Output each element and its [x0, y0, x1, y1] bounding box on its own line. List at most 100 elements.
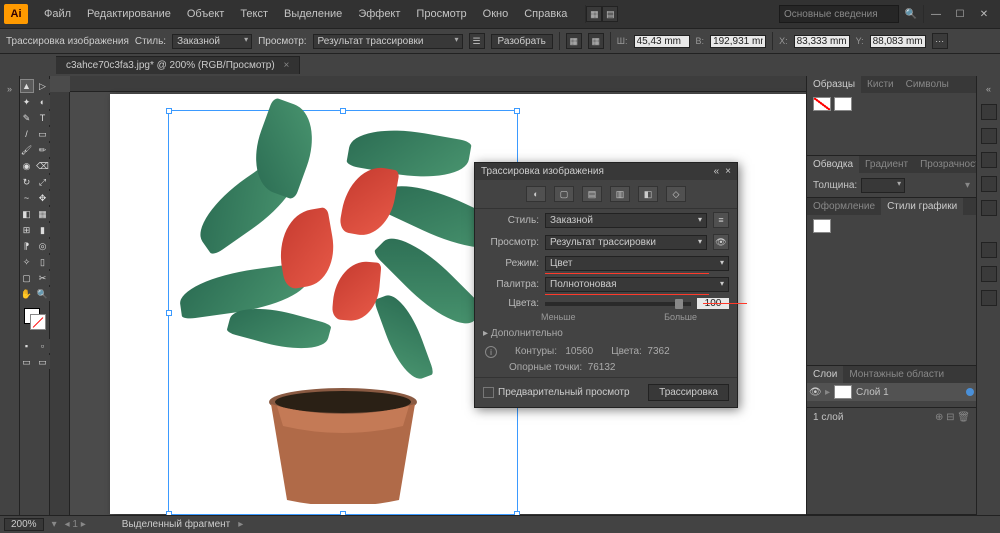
- menu-просмотр[interactable]: Просмотр: [408, 4, 474, 24]
- panel-close-icon[interactable]: ×: [725, 166, 731, 177]
- tool-rect[interactable]: ▭: [36, 127, 50, 141]
- menu-редактирование[interactable]: Редактирование: [79, 4, 179, 24]
- workspace-selector[interactable]: Основные сведения: [779, 5, 899, 23]
- close-icon[interactable]: ✕: [972, 5, 996, 23]
- tab-symbols[interactable]: Символы: [900, 76, 955, 93]
- strip-icon-4[interactable]: [981, 176, 997, 192]
- tab-appearance[interactable]: Оформление: [807, 198, 881, 215]
- tool-blend[interactable]: ◎: [36, 239, 50, 253]
- layer-row[interactable]: 👁 ▸ Слой 1: [807, 383, 976, 401]
- tool-rotate[interactable]: ↻: [20, 175, 34, 189]
- tool-fill[interactable]: ▪: [20, 339, 34, 353]
- tool-symbol[interactable]: ✧: [20, 255, 34, 269]
- menu-текст[interactable]: Текст: [232, 4, 276, 24]
- menu-объект[interactable]: Объект: [179, 4, 232, 24]
- tool-brush[interactable]: 🖌: [20, 143, 34, 157]
- tool-mode[interactable]: ▭: [36, 355, 50, 369]
- preset-bw-icon[interactable]: ◧: [638, 186, 658, 202]
- panel-collapse-icon[interactable]: «: [714, 166, 720, 177]
- document-tab[interactable]: c3ahce70c3fa3.jpg* @ 200% (RGB/Просмотр)…: [56, 56, 300, 74]
- strip-icon-5[interactable]: [981, 200, 997, 216]
- tab-artboards[interactable]: Монтажные области: [843, 366, 950, 383]
- style-select[interactable]: Заказной: [172, 34, 252, 49]
- tab-gradient[interactable]: Градиент: [859, 156, 914, 173]
- grid-icon[interactable]: ▤: [602, 6, 618, 22]
- align-icon-2[interactable]: ▦: [588, 33, 604, 49]
- tool-line[interactable]: /: [20, 127, 34, 141]
- tp-trace-button[interactable]: Трассировка: [648, 384, 729, 401]
- preset-low-icon[interactable]: ▤: [582, 186, 602, 202]
- stroke-width-select[interactable]: [861, 178, 905, 193]
- align-icon-1[interactable]: ▦: [566, 33, 582, 49]
- strip-icon-6[interactable]: [981, 242, 997, 258]
- preset-high-icon[interactable]: ▢: [554, 186, 574, 202]
- expand-right-icon[interactable]: «: [982, 82, 996, 96]
- selection-bounds[interactable]: [168, 110, 518, 515]
- strip-icon-2[interactable]: [981, 128, 997, 144]
- tool-gradient[interactable]: ▮: [36, 223, 50, 237]
- tp-view-select[interactable]: Результат трассировки: [545, 235, 707, 250]
- tool-scale[interactable]: ⤢: [36, 175, 50, 189]
- strip-icon-8[interactable]: [981, 290, 997, 306]
- tool-selection[interactable]: ▲: [20, 79, 34, 93]
- zoom-level[interactable]: 200%: [4, 518, 44, 531]
- tp-mode-select[interactable]: Цвет: [545, 256, 729, 271]
- search-icon[interactable]: 🔍: [899, 5, 923, 23]
- more-opts-icon[interactable]: ⋯: [932, 33, 948, 49]
- tool-wand[interactable]: ✦: [20, 95, 34, 109]
- tool-screen[interactable]: ▭: [20, 355, 34, 369]
- preset-gray-icon[interactable]: ▥: [610, 186, 630, 202]
- tab-layers[interactable]: Слои: [807, 366, 843, 383]
- tp-colors-slider[interactable]: [545, 302, 691, 306]
- tab-stroke[interactable]: Обводка: [807, 156, 859, 173]
- tool-draw[interactable]: ▫: [36, 339, 50, 353]
- swatch-none[interactable]: [813, 97, 831, 111]
- tool-blob[interactable]: ◉: [20, 159, 34, 173]
- tool-hand[interactable]: ✋: [20, 287, 34, 301]
- tool-shape[interactable]: ◧: [20, 207, 34, 221]
- tool-zoom[interactable]: 🔍: [36, 287, 50, 301]
- tool-mesh[interactable]: ⊞: [20, 223, 34, 237]
- color-swatch[interactable]: [24, 308, 46, 330]
- strip-icon-1[interactable]: [981, 104, 997, 120]
- tool-eyedrop[interactable]: ⁋: [20, 239, 34, 253]
- tp-preview-checkbox[interactable]: Предварительный просмотр: [483, 387, 630, 398]
- y-input[interactable]: [870, 35, 926, 48]
- preset-auto-icon[interactable]: ◐: [526, 186, 546, 202]
- tool-pencil[interactable]: ✏: [36, 143, 50, 157]
- minimize-icon[interactable]: —: [924, 5, 948, 23]
- maximize-icon[interactable]: ☐: [948, 5, 972, 23]
- layer-name[interactable]: Слой 1: [856, 387, 889, 398]
- tab-swatches[interactable]: Образцы: [807, 76, 861, 93]
- menu-файл[interactable]: Файл: [36, 4, 79, 24]
- trace-panel-icon[interactable]: ☰: [469, 33, 485, 49]
- tab-brushes[interactable]: Кисти: [861, 76, 900, 93]
- view-select[interactable]: Результат трассировки: [313, 34, 463, 49]
- preset-outline-icon[interactable]: ◇: [666, 186, 686, 202]
- menu-эффект[interactable]: Эффект: [350, 4, 408, 24]
- tool-lasso[interactable]: ◐: [36, 95, 50, 109]
- menu-выделение[interactable]: Выделение: [276, 4, 350, 24]
- strip-icon-3[interactable]: [981, 152, 997, 168]
- x-input[interactable]: [794, 35, 850, 48]
- tool-artboard[interactable]: ▢: [20, 271, 34, 285]
- expand-button[interactable]: Разобрать: [491, 34, 553, 49]
- swatch-reg[interactable]: [834, 97, 852, 111]
- tool-width[interactable]: ~: [20, 191, 34, 205]
- tool-pen[interactable]: ✎: [20, 111, 34, 125]
- style-default[interactable]: [813, 219, 831, 233]
- strip-icon-7[interactable]: [981, 266, 997, 282]
- tool-graph[interactable]: ▯: [36, 255, 50, 269]
- tool-slice[interactable]: ✂: [36, 271, 50, 285]
- tp-style-select[interactable]: Заказной: [545, 213, 707, 228]
- width-input[interactable]: [634, 35, 690, 48]
- tool-type[interactable]: T: [36, 111, 50, 125]
- tp-eye-icon[interactable]: 👁: [713, 234, 729, 250]
- tp-menu-icon[interactable]: ≡: [713, 212, 729, 228]
- menu-справка[interactable]: Справка: [516, 4, 575, 24]
- visibility-icon[interactable]: 👁: [809, 387, 821, 398]
- doc-setup-icon[interactable]: ▦: [586, 6, 602, 22]
- tool-eraser[interactable]: ⌫: [36, 159, 50, 173]
- expand-left-icon[interactable]: »: [3, 82, 17, 96]
- tp-palette-select[interactable]: Полнотоновая: [545, 277, 729, 292]
